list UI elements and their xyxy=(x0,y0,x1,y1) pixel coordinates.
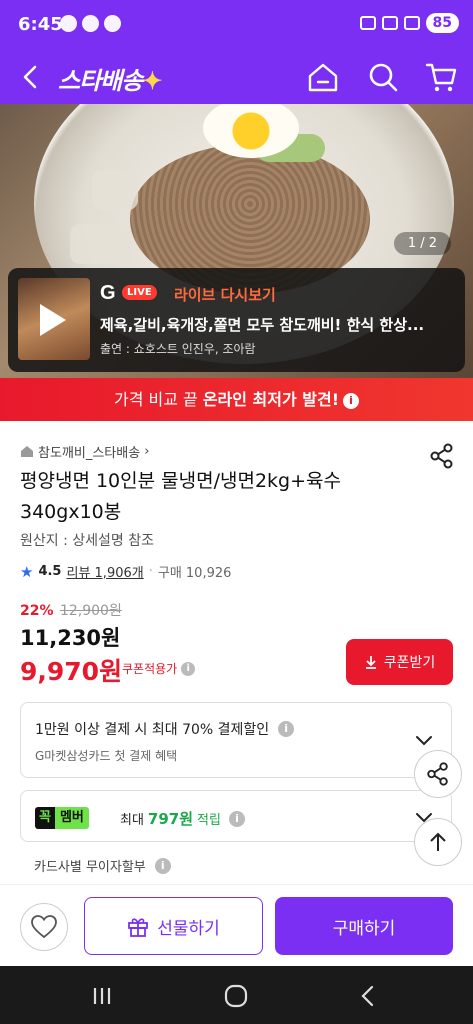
search-icon[interactable] xyxy=(366,60,400,94)
product-image[interactable]: 1 / 2 G LIVE 라이브 다시보기 제육,갈비,육개장,쫄면 모두 참도… xyxy=(0,104,473,378)
home-icon[interactable] xyxy=(306,60,340,94)
app-header: 스타배송✦ xyxy=(0,50,473,104)
member-reward-amount: 797원 xyxy=(147,810,194,828)
info-icon[interactable]: i xyxy=(278,721,295,737)
status-bar: 6:45 85 xyxy=(0,0,473,50)
store-logo[interactable]: 스타배송✦ xyxy=(58,61,162,96)
share-icon[interactable] xyxy=(428,442,456,470)
info-icon[interactable]: i xyxy=(343,392,360,409)
member-reward-pre: 최대 xyxy=(120,813,144,828)
live-replay-card[interactable]: G LIVE 라이브 다시보기 제육,갈비,육개장,쫄면 모두 참도깨비! 한식… xyxy=(8,268,465,372)
logo-sparkle-icon: ✦ xyxy=(142,68,162,95)
signal-icon xyxy=(403,16,420,30)
discount-rate: 22% xyxy=(20,603,54,619)
wishlist-button[interactable] xyxy=(20,903,68,951)
notification-icons xyxy=(60,15,121,32)
arrow-up-icon xyxy=(430,832,446,851)
member-badge-a: 꼭 xyxy=(35,807,55,829)
back-icon[interactable] xyxy=(14,60,48,94)
ice-image xyxy=(92,170,138,210)
logo-text: 스타배송 xyxy=(58,68,143,95)
image-page-indicator: 1 / 2 xyxy=(393,232,451,255)
product-title: 평양냉면 10인분 물냉면/냉면2kg+육수340gx10봉 xyxy=(20,470,341,523)
get-coupon-button[interactable]: 쿠폰받기 xyxy=(346,639,453,685)
installment-text: 카드사별 무이자할부 xyxy=(34,860,146,875)
bottom-action-bar: 선물하기 구매하기 xyxy=(0,884,473,966)
battery-icon: 85 xyxy=(425,13,459,33)
info-icon[interactable]: i xyxy=(181,661,196,676)
store-home-icon xyxy=(21,446,33,457)
live-cast: 출연 : 쇼호스트 인진우, 조아람 xyxy=(100,342,256,356)
sale-price: 11,230원 xyxy=(20,626,121,650)
live-thumbnail[interactable] xyxy=(18,278,90,360)
play-icon xyxy=(40,304,66,336)
chat-icon xyxy=(104,15,121,32)
store-link[interactable]: 참도깨비_스타배송 › xyxy=(20,442,149,461)
scroll-top-button[interactable] xyxy=(414,818,462,866)
card-discount-box[interactable]: 1만원 이상 결제 시 최대 70% 결제할인 i G마켓삼성카드 첫 결제 혜… xyxy=(20,702,452,778)
back-nav-icon[interactable] xyxy=(354,982,382,1010)
live-replay-title: 라이브 다시보기 xyxy=(174,286,276,304)
screenshot-icon xyxy=(82,15,99,32)
card-discount-text: 1만원 이상 결제 시 최대 70% 결제할인 xyxy=(35,722,270,738)
get-coupon-label: 쿠폰받기 xyxy=(383,655,436,671)
rating-score: 4.5 xyxy=(38,564,62,579)
g-live-logo: G xyxy=(100,282,116,304)
cart-icon[interactable] xyxy=(424,60,458,94)
lowest-price-banner[interactable]: 가격 비교 끝 온라인 최저가 발견! i xyxy=(0,378,473,421)
gift-button[interactable]: 선물하기 xyxy=(84,897,263,955)
live-badge: LIVE xyxy=(122,285,157,300)
purchase-count: 구매 10,926 xyxy=(157,566,232,581)
origin-info: 원산지 : 상세설명 참조 xyxy=(20,533,154,549)
chevron-right-icon: › xyxy=(144,444,150,459)
home-nav-icon[interactable] xyxy=(222,982,250,1010)
heart-icon xyxy=(31,915,57,939)
star-icon: ★ xyxy=(20,562,34,581)
member-benefit-box[interactable]: 꼭 멤버 최대 797원 적립 i xyxy=(20,790,452,842)
live-description: 제육,갈비,육개장,쫄면 모두 참도깨비! 한식 한상... xyxy=(100,316,425,334)
gift-label: 선물하기 xyxy=(157,918,220,939)
coupon-label-text: 쿠폰적용가 xyxy=(122,662,178,676)
mute-icon xyxy=(359,16,376,30)
chevron-down-icon[interactable] xyxy=(415,731,433,749)
member-badge: 꼭 멤버 xyxy=(35,807,89,829)
card-discount-detail: G마켓삼성카드 첫 결제 혜택 xyxy=(35,749,178,763)
buy-label: 구매하기 xyxy=(332,918,396,939)
banner-text: 가격 비교 끝 xyxy=(113,390,203,409)
original-price: 12,900원 xyxy=(59,603,122,619)
floating-share-button[interactable] xyxy=(414,750,462,798)
card-discount-title: 1만원 이상 결제 시 최대 70% 결제할인 i xyxy=(35,719,295,739)
installment-info[interactable]: 카드사별 무이자할부 i xyxy=(34,856,171,875)
member-reward-post: 적립 xyxy=(197,813,221,828)
system-icons: 85 xyxy=(359,13,459,33)
buy-button[interactable]: 구매하기 xyxy=(275,897,453,955)
rating-row: ★ 4.5 리뷰 1,906개 · 구매 10,926 xyxy=(20,562,232,582)
coupon-price: 9,970원 xyxy=(20,657,123,686)
review-link[interactable]: 리뷰 1,906개 xyxy=(66,562,143,581)
wifi-icon xyxy=(381,16,398,30)
info-icon[interactable]: i xyxy=(154,857,171,874)
download-icon xyxy=(365,656,376,669)
share-icon xyxy=(427,762,448,786)
separator: · xyxy=(148,564,153,579)
status-time: 6:45 xyxy=(18,14,63,35)
info-icon[interactable]: i xyxy=(228,810,245,827)
store-name: 참도깨비_스타배송 xyxy=(38,446,141,461)
coupon-label: 쿠폰적용가 i xyxy=(122,660,196,677)
member-badge-b: 멤버 xyxy=(54,807,89,829)
recent-apps-icon[interactable] xyxy=(88,982,116,1010)
app-notification-icon xyxy=(60,15,77,32)
system-nav-bar xyxy=(0,966,473,1024)
ice-image xyxy=(70,224,130,264)
gift-icon xyxy=(128,918,149,937)
member-reward: 최대 797원 적립 i xyxy=(120,808,245,829)
banner-highlight: 온라인 최저가 발견! xyxy=(202,390,340,409)
discount-row: 22% 12,900원 xyxy=(20,600,122,620)
